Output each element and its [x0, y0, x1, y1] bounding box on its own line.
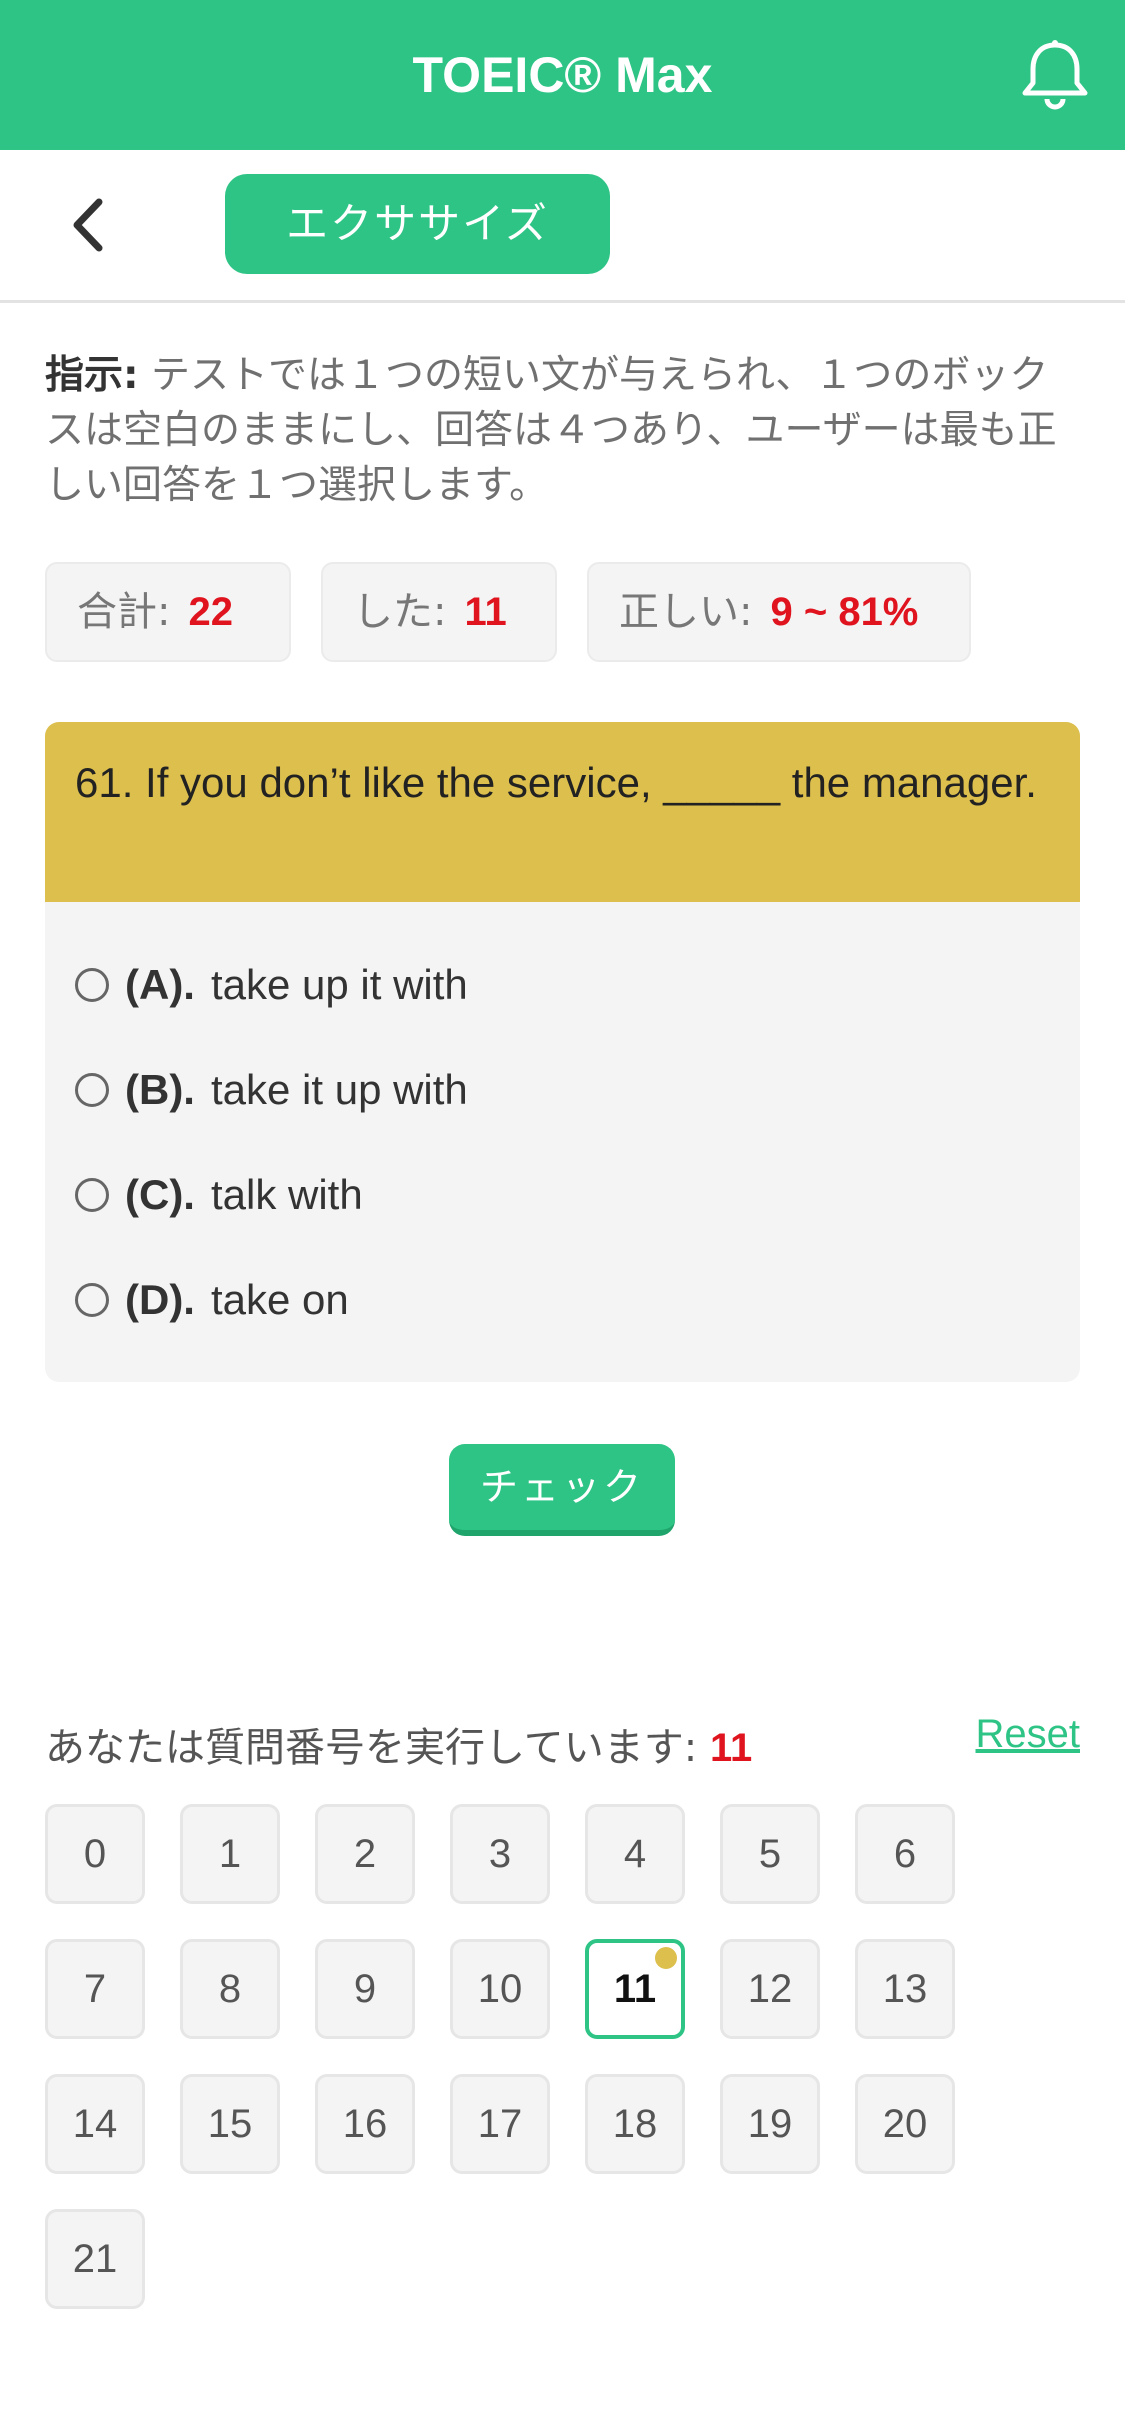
radio-button[interactable] [75, 1282, 109, 1317]
option-text: take up it with [210, 961, 468, 1008]
question-number-button[interactable]: 20 [855, 2074, 955, 2174]
question-number-button[interactable]: 16 [315, 2074, 415, 2174]
done-stat: した: 11 [321, 562, 557, 662]
chevron-left-icon[interactable] [55, 190, 125, 260]
question-number-button[interactable]: 12 [720, 1939, 820, 2039]
question-number-grid: 0 1 2 3 4 5 6 7 8 9 10 11 12 13 14 15 16 17 18 19 20 21 [45, 1804, 1085, 2324]
radio-button[interactable] [75, 1177, 109, 1212]
question-number-button[interactable]: 11 [585, 1939, 685, 2039]
app-bar: TOEIC® Max [0, 0, 1125, 150]
option-text: take it up with [210, 1066, 468, 1113]
correct-stat: 正しい: 9 ~ 81% [587, 562, 971, 662]
question-number-button[interactable]: 4 [585, 1804, 685, 1904]
question-number-button[interactable]: 6 [855, 1804, 955, 1904]
current-question-indicator: あなたは質問番号を実行しています: 11 [45, 1715, 752, 1773]
correct-value: 9 ~ 81% [770, 590, 919, 634]
option-b[interactable]: (B). take it up with [75, 1060, 468, 1120]
current-marker-dot [655, 1947, 677, 1969]
question-number-button[interactable]: 1 [180, 1804, 280, 1904]
exercise-tab-button[interactable]: エクササイズ [225, 174, 610, 274]
instruction-label: 指示: [45, 353, 139, 398]
instruction-body: テストでは１つの短い文が与えられ、１つのボックスは空白のままにし、回答は４つあり… [45, 353, 1057, 508]
question-number-button[interactable]: 15 [180, 2074, 280, 2174]
question-text: 61. If you don’t like the service, _____… [45, 722, 1080, 902]
option-a[interactable]: (A). take up it with [75, 955, 468, 1015]
option-text: take on [210, 1276, 349, 1323]
question-number-button[interactable]: 7 [45, 1939, 145, 2039]
question-number-button[interactable]: 14 [45, 2074, 145, 2174]
reset-link[interactable]: Reset [976, 1712, 1081, 1757]
total-stat: 合計: 22 [45, 562, 291, 662]
option-c[interactable]: (C). talk with [75, 1165, 363, 1225]
app-title: TOEIC® Max [412, 47, 713, 103]
sub-nav: エクササイズ [0, 150, 1125, 303]
current-question-label: あなたは質問番号を実行しています: [45, 1725, 710, 1771]
question-number-button[interactable]: 3 [450, 1804, 550, 1904]
question-number-button[interactable]: 18 [585, 2074, 685, 2174]
question-number-button[interactable]: 10 [450, 1939, 550, 2039]
bell-icon[interactable] [1015, 35, 1095, 115]
instruction-text: 指示: テストでは１つの短い文が与えられ、１つのボックスは空白のままにし、回答は… [45, 348, 1085, 513]
option-letter: (D). [125, 1276, 195, 1323]
question-number-button[interactable]: 17 [450, 2074, 550, 2174]
option-d[interactable]: (D). take on [75, 1270, 349, 1330]
total-value: 22 [188, 590, 233, 634]
option-letter: (A). [125, 961, 195, 1008]
total-label: 合計: [77, 589, 171, 635]
question-number-button[interactable]: 2 [315, 1804, 415, 1904]
option-text: talk with [210, 1171, 363, 1218]
option-letter: (B). [125, 1066, 195, 1113]
radio-button[interactable] [75, 967, 109, 1002]
question-card: 61. If you don’t like the service, _____… [45, 722, 1080, 1382]
question-number-button[interactable]: 13 [855, 1939, 955, 2039]
current-question-number: 11 [710, 1726, 753, 1770]
question-number-button[interactable]: 21 [45, 2209, 145, 2309]
question-number-button[interactable]: 5 [720, 1804, 820, 1904]
question-number-button[interactable]: 19 [720, 2074, 820, 2174]
question-number-button[interactable]: 0 [45, 1804, 145, 1904]
done-value: 11 [464, 590, 507, 634]
radio-button[interactable] [75, 1072, 109, 1107]
option-letter: (C). [125, 1171, 195, 1218]
question-number-button[interactable]: 9 [315, 1939, 415, 2039]
correct-label: 正しい: [619, 589, 753, 635]
check-button[interactable]: チェック [449, 1444, 675, 1536]
question-number-button[interactable]: 8 [180, 1939, 280, 2039]
done-label: した: [353, 589, 447, 635]
